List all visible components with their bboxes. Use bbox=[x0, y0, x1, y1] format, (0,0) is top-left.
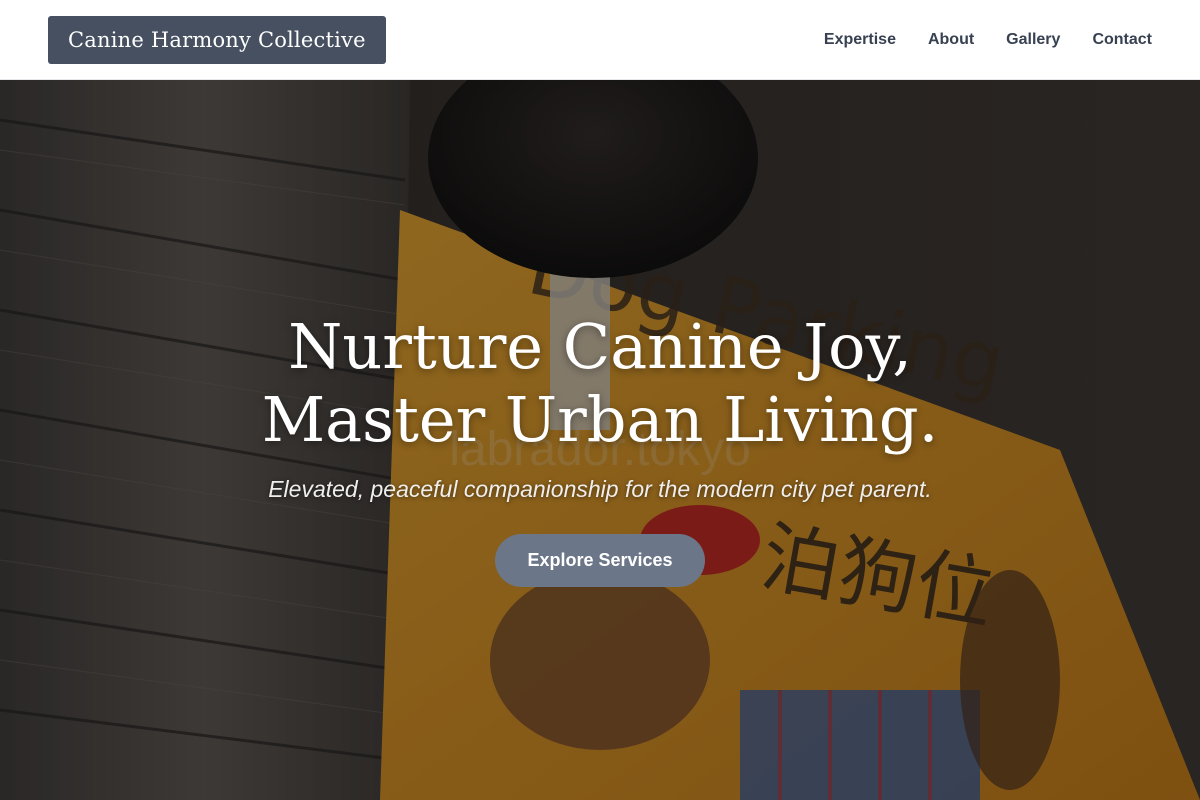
site-header: Canine Harmony Collective Expertise Abou… bbox=[0, 0, 1200, 80]
site-logo[interactable]: Canine Harmony Collective bbox=[48, 16, 386, 64]
hero-title-line-1: Nurture Canine Joy, bbox=[288, 310, 912, 383]
hero-section: Dog Parking 泊狗位 labrador.tokyo Nurture C… bbox=[0, 80, 1200, 800]
main-nav: Expertise About Gallery Contact bbox=[824, 0, 1152, 80]
hero-content: Nurture Canine Joy, Master Urban Living.… bbox=[0, 80, 1200, 800]
nav-link-contact[interactable]: Contact bbox=[1092, 31, 1152, 49]
hero-title: Nurture Canine Joy, Master Urban Living. bbox=[0, 310, 1200, 456]
nav-link-expertise[interactable]: Expertise bbox=[824, 31, 896, 49]
hero-title-line-2: Master Urban Living. bbox=[261, 383, 939, 456]
nav-link-gallery[interactable]: Gallery bbox=[1006, 31, 1060, 49]
explore-services-button[interactable]: Explore Services bbox=[495, 534, 705, 587]
nav-link-about[interactable]: About bbox=[928, 31, 974, 49]
hero-subtitle: Elevated, peaceful companionship for the… bbox=[268, 476, 932, 502]
